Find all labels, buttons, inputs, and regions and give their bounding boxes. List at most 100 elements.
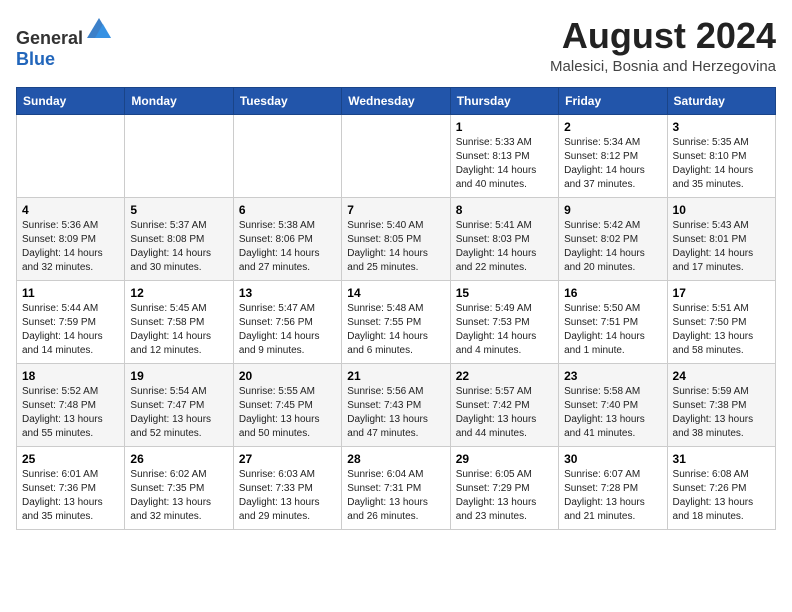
calendar-cell: 2 Sunrise: 5:34 AMSunset: 8:12 PMDaylight…: [559, 114, 667, 197]
day-number: 30: [564, 452, 661, 466]
day-number: 14: [347, 286, 444, 300]
day-info: Sunrise: 5:51 AMSunset: 7:50 PMDaylight:…: [673, 302, 770, 358]
calendar-header-row: SundayMondayTuesdayWednesdayThursdayFrid…: [17, 87, 776, 114]
calendar-cell: 12Sunrise: 5:45 AMSunset: 7:58 PMDayligh…: [125, 280, 233, 363]
calendar-cell: [17, 114, 125, 197]
calendar-cell: 31 Sunrise: 6:08 AMSunset: 7:26 PMDayligh…: [667, 446, 775, 529]
day-info: Sunrise: 5:42 AMSunset: 8:02 PMDaylight:…: [564, 219, 661, 275]
month-year-title: August 2024: [550, 16, 776, 56]
day-info: Sunrise: 5:47 AMSunset: 7:56 PMDaylight:…: [239, 302, 336, 358]
day-info: Sunrise: 6:05 AMSunset: 7:29 PMDaylight:…: [456, 468, 553, 524]
day-number: 19: [130, 369, 227, 383]
calendar-cell: [233, 114, 341, 197]
day-number: 21: [347, 369, 444, 383]
header-saturday: Saturday: [667, 87, 775, 114]
calendar-week-row: 25 Sunrise: 6:01 AMSunset: 7:36 PMDayligh…: [17, 446, 776, 529]
calendar-table: SundayMondayTuesdayWednesdayThursdayFrid…: [16, 87, 776, 530]
calendar-cell: 20 Sunrise: 5:55 AMSunset: 7:45 PMDayligh…: [233, 363, 341, 446]
calendar-cell: 13 Sunrise: 5:47 AMSunset: 7:56 PMDayligh…: [233, 280, 341, 363]
day-number: 27: [239, 452, 336, 466]
day-number: 11: [22, 286, 119, 300]
calendar-cell: 17Sunrise: 5:51 AMSunset: 7:50 PMDayligh…: [667, 280, 775, 363]
header-monday: Monday: [125, 87, 233, 114]
calendar-cell: 11 Sunrise: 5:44 AMSunset: 7:59 PMDayligh…: [17, 280, 125, 363]
calendar-cell: 18Sunrise: 5:52 AMSunset: 7:48 PMDayligh…: [17, 363, 125, 446]
day-info: Sunrise: 5:58 AMSunset: 7:40 PMDaylight:…: [564, 385, 661, 441]
day-info: Sunrise: 5:40 AMSunset: 8:05 PMDaylight:…: [347, 219, 444, 275]
calendar-cell: 9Sunrise: 5:42 AMSunset: 8:02 PMDaylight…: [559, 197, 667, 280]
day-number: 31: [673, 452, 770, 466]
day-number: 3: [673, 120, 770, 134]
day-info: Sunrise: 5:34 AMSunset: 8:12 PMDaylight:…: [564, 136, 661, 192]
day-number: 22: [456, 369, 553, 383]
header-wednesday: Wednesday: [342, 87, 450, 114]
day-info: Sunrise: 5:49 AMSunset: 7:53 PMDaylight:…: [456, 302, 553, 358]
day-number: 15: [456, 286, 553, 300]
day-info: Sunrise: 5:55 AMSunset: 7:45 PMDaylight:…: [239, 385, 336, 441]
page-header: General Blue August 2024 Malesici, Bosni…: [16, 16, 776, 75]
calendar-cell: 21 Sunrise: 5:56 AMSunset: 7:43 PMDayligh…: [342, 363, 450, 446]
day-number: 13: [239, 286, 336, 300]
day-info: Sunrise: 5:57 AMSunset: 7:42 PMDaylight:…: [456, 385, 553, 441]
day-number: 26: [130, 452, 227, 466]
day-number: 8: [456, 203, 553, 217]
day-info: Sunrise: 6:08 AMSunset: 7:26 PMDaylight:…: [673, 468, 770, 524]
day-info: Sunrise: 5:48 AMSunset: 7:55 PMDaylight:…: [347, 302, 444, 358]
calendar-cell: 4Sunrise: 5:36 AMSunset: 8:09 PMDaylight…: [17, 197, 125, 280]
calendar-cell: 22 Sunrise: 5:57 AMSunset: 7:42 PMDayligh…: [450, 363, 558, 446]
calendar-cell: 14 Sunrise: 5:48 AMSunset: 7:55 PMDayligh…: [342, 280, 450, 363]
logo-general: General: [16, 28, 83, 48]
day-info: Sunrise: 5:59 AMSunset: 7:38 PMDaylight:…: [673, 385, 770, 441]
day-number: 20: [239, 369, 336, 383]
day-number: 5: [130, 203, 227, 217]
calendar-cell: 1 Sunrise: 5:33 AMSunset: 8:13 PMDaylight…: [450, 114, 558, 197]
calendar-cell: 27 Sunrise: 6:03 AMSunset: 7:33 PMDayligh…: [233, 446, 341, 529]
day-info: Sunrise: 6:04 AMSunset: 7:31 PMDaylight:…: [347, 468, 444, 524]
day-info: Sunrise: 5:33 AMSunset: 8:13 PMDaylight:…: [456, 136, 553, 192]
day-number: 4: [22, 203, 119, 217]
calendar-cell: 28Sunrise: 6:04 AMSunset: 7:31 PMDayligh…: [342, 446, 450, 529]
day-number: 29: [456, 452, 553, 466]
day-number: 25: [22, 452, 119, 466]
calendar-cell: 10 Sunrise: 5:43 AMSunset: 8:01 PMDayligh…: [667, 197, 775, 280]
day-info: Sunrise: 5:56 AMSunset: 7:43 PMDaylight:…: [347, 385, 444, 441]
calendar-cell: 7Sunrise: 5:40 AMSunset: 8:05 PMDaylight…: [342, 197, 450, 280]
day-info: Sunrise: 5:38 AMSunset: 8:06 PMDaylight:…: [239, 219, 336, 275]
calendar-cell: 5 Sunrise: 5:37 AMSunset: 8:08 PMDaylight…: [125, 197, 233, 280]
logo: General Blue: [16, 16, 113, 70]
day-info: Sunrise: 6:01 AMSunset: 7:36 PMDaylight:…: [22, 468, 119, 524]
day-info: Sunrise: 5:45 AMSunset: 7:58 PMDaylight:…: [130, 302, 227, 358]
day-info: Sunrise: 5:44 AMSunset: 7:59 PMDaylight:…: [22, 302, 119, 358]
calendar-week-row: 18Sunrise: 5:52 AMSunset: 7:48 PMDayligh…: [17, 363, 776, 446]
day-number: 18: [22, 369, 119, 383]
calendar-cell: 6 Sunrise: 5:38 AMSunset: 8:06 PMDaylight…: [233, 197, 341, 280]
day-number: 6: [239, 203, 336, 217]
day-number: 2: [564, 120, 661, 134]
day-info: Sunrise: 5:37 AMSunset: 8:08 PMDaylight:…: [130, 219, 227, 275]
header-thursday: Thursday: [450, 87, 558, 114]
calendar-cell: 24 Sunrise: 5:59 AMSunset: 7:38 PMDayligh…: [667, 363, 775, 446]
calendar-week-row: 1 Sunrise: 5:33 AMSunset: 8:13 PMDaylight…: [17, 114, 776, 197]
logo-icon: [85, 16, 113, 44]
header-tuesday: Tuesday: [233, 87, 341, 114]
day-info: Sunrise: 5:54 AMSunset: 7:47 PMDaylight:…: [130, 385, 227, 441]
day-info: Sunrise: 6:03 AMSunset: 7:33 PMDaylight:…: [239, 468, 336, 524]
calendar-cell: 25 Sunrise: 6:01 AMSunset: 7:36 PMDayligh…: [17, 446, 125, 529]
day-info: Sunrise: 6:07 AMSunset: 7:28 PMDaylight:…: [564, 468, 661, 524]
calendar-cell: [342, 114, 450, 197]
calendar-cell: 30 Sunrise: 6:07 AMSunset: 7:28 PMDayligh…: [559, 446, 667, 529]
calendar-cell: 3Sunrise: 5:35 AMSunset: 8:10 PMDaylight…: [667, 114, 775, 197]
day-info: Sunrise: 5:41 AMSunset: 8:03 PMDaylight:…: [456, 219, 553, 275]
day-number: 16: [564, 286, 661, 300]
location-subtitle: Malesici, Bosnia and Herzegovina: [550, 58, 776, 75]
day-info: Sunrise: 5:43 AMSunset: 8:01 PMDaylight:…: [673, 219, 770, 275]
calendar-cell: 8 Sunrise: 5:41 AMSunset: 8:03 PMDaylight…: [450, 197, 558, 280]
day-number: 1: [456, 120, 553, 134]
header-friday: Friday: [559, 87, 667, 114]
calendar-cell: 16Sunrise: 5:50 AMSunset: 7:51 PMDayligh…: [559, 280, 667, 363]
calendar-cell: 23Sunrise: 5:58 AMSunset: 7:40 PMDayligh…: [559, 363, 667, 446]
day-number: 10: [673, 203, 770, 217]
day-number: 24: [673, 369, 770, 383]
calendar-week-row: 4Sunrise: 5:36 AMSunset: 8:09 PMDaylight…: [17, 197, 776, 280]
logo-text: General Blue: [16, 16, 113, 70]
